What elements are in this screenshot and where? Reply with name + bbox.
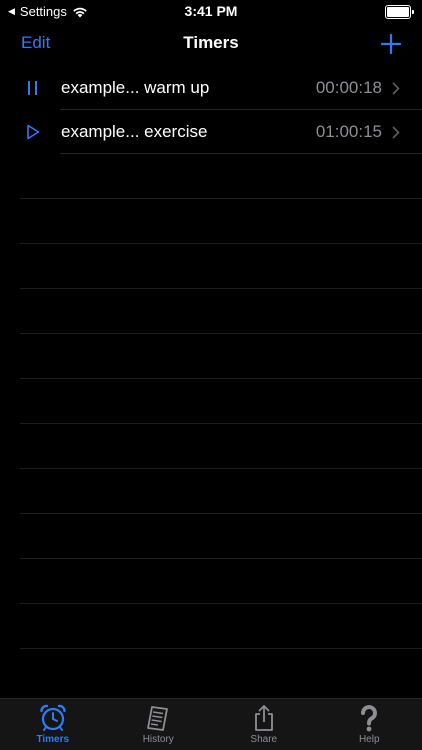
row-separator <box>20 243 422 244</box>
add-timer-icon[interactable] <box>380 33 402 55</box>
tab-label: History <box>142 734 174 745</box>
tab-share[interactable]: Share <box>211 699 317 750</box>
page-title: Timers <box>183 33 239 52</box>
row-separator <box>20 558 422 559</box>
row-separator <box>20 423 422 424</box>
row-separator <box>20 288 422 289</box>
tab-help[interactable]: Help <box>317 699 422 750</box>
row-separator <box>20 198 422 199</box>
tab-bar: Timers History Share Help <box>0 698 422 750</box>
chevron-right-icon <box>392 126 400 139</box>
row-separator <box>20 333 422 334</box>
timer-row-warm-up[interactable]: example... warm up 00:00:18 <box>0 66 422 110</box>
tab-history[interactable]: History <box>106 699 212 750</box>
timer-label: example... exercise <box>61 122 208 141</box>
play-icon[interactable] <box>26 124 40 140</box>
row-separator <box>60 153 422 154</box>
timer-row-exercise[interactable]: example... exercise 01:00:15 <box>0 110 422 154</box>
status-time: 3:41 PM <box>184 3 238 19</box>
status-bar: ◀ Settings 3:41 PM <box>0 0 422 22</box>
row-separator <box>20 378 422 379</box>
row-separator <box>20 648 422 649</box>
empty-list-area <box>20 198 422 693</box>
timer-list: example... warm up 00:00:18 example... e… <box>0 66 422 154</box>
timer-time: 00:00:18 <box>315 78 382 97</box>
question-mark-icon <box>361 705 378 732</box>
tab-timers[interactable]: Timers <box>0 699 106 750</box>
timer-label: example... warm up <box>61 78 210 97</box>
history-scroll-icon <box>147 706 169 731</box>
chevron-right-icon <box>392 82 400 95</box>
navigation-bar: Edit Timers <box>0 22 422 66</box>
row-separator <box>20 513 422 514</box>
pause-icon[interactable] <box>26 80 40 96</box>
row-separator <box>20 468 422 469</box>
row-separator <box>20 603 422 604</box>
tab-label: Share <box>250 734 278 745</box>
tab-label: Help <box>358 734 380 745</box>
share-icon <box>254 705 273 731</box>
alarm-clock-icon <box>40 704 66 731</box>
battery-icon <box>385 5 414 19</box>
timer-time: 01:00:15 <box>315 122 382 141</box>
tab-label: Timers <box>36 734 70 745</box>
